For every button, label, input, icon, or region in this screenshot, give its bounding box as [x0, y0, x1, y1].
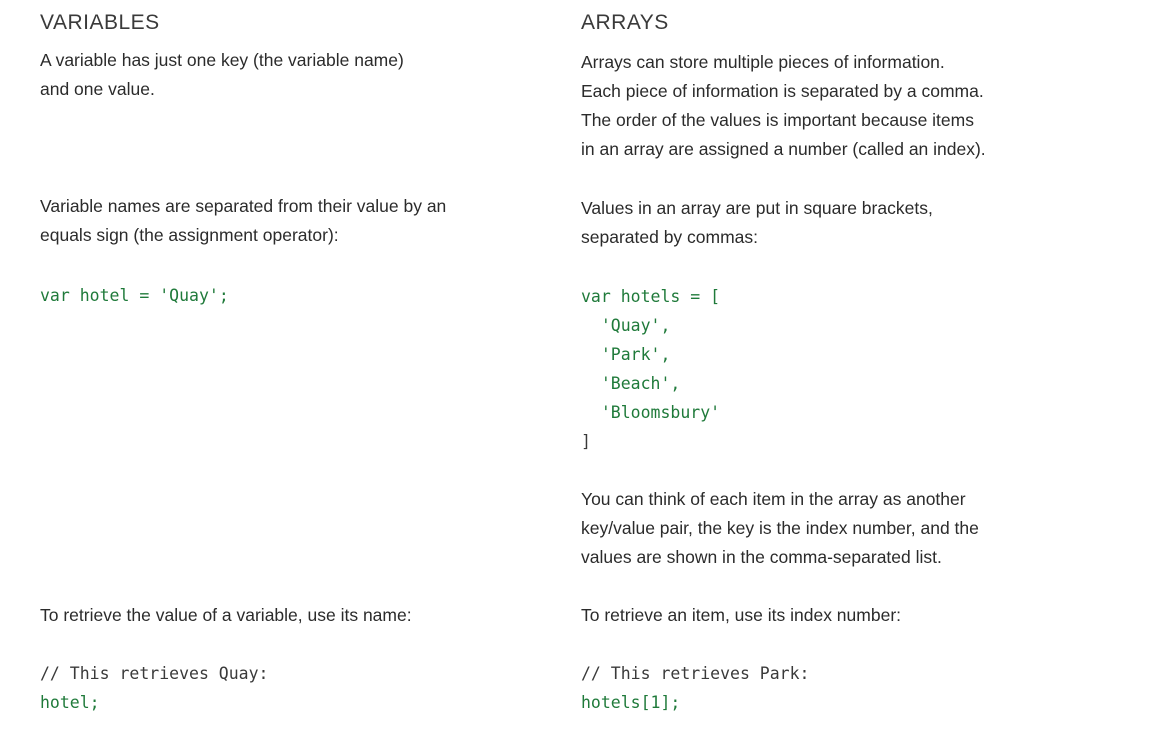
arrays-brackets-line-2: separated by commas: [581, 227, 759, 247]
code-expression: hotel; [40, 693, 100, 712]
array-retrieve-code: // This retrieves Park: hotels[1]; [581, 659, 809, 717]
variables-retrieve-text: To retrieve the value of a variable, use… [40, 605, 412, 625]
variables-assign-line-1: Variable names are separated from their … [40, 196, 447, 216]
variables-assign-text: Variable names are separated from their … [40, 192, 446, 250]
arrays-intro-text: Arrays can store multiple pieces of info… [581, 48, 986, 164]
code-array-item: 'Quay', [581, 316, 671, 335]
arrays-keyvalue-text: You can think of each item in the array … [581, 485, 979, 572]
variables-heading: VARIABLES [40, 11, 160, 34]
code-array-item: 'Bloomsbury' [581, 403, 721, 422]
code-array-item: 'Beach', [581, 374, 681, 393]
code-array-open: var hotels = [ [581, 287, 721, 306]
arrays-intro-line-3: The order of the values is important bec… [581, 110, 974, 130]
code-array-close: ] [581, 432, 591, 451]
arrays-intro-line-1: Arrays can store multiple pieces of info… [581, 52, 945, 72]
arrays-intro-line-4: in an array are assigned a number (calle… [581, 139, 986, 159]
arrays-retrieve-text: To retrieve an item, use its index numbe… [581, 605, 902, 625]
arrays-intro-line-2: Each piece of information is separated b… [581, 81, 984, 101]
code-expression: hotels[1]; [581, 693, 681, 712]
code-comment: // This retrieves Quay: [40, 664, 269, 683]
variables-intro-line-1: A variable has just one key (the variabl… [40, 50, 404, 70]
variables-assign-line-2: equals sign (the assignment operator): [40, 225, 339, 245]
code-semicolon: ; [218, 286, 229, 305]
arrays-keyvalue-line-3: values are shown in the comma-separated … [581, 547, 942, 567]
arrays-heading: ARRAYS [581, 11, 669, 34]
code-array-item: 'Park', [581, 345, 671, 364]
array-assign-code: var hotels = [ 'Quay', 'Park', 'Beach', … [581, 282, 720, 456]
arrays-keyvalue-line-2: key/value pair, the key is the index num… [581, 518, 979, 538]
variable-assign-code: var hotel = 'Quay'; [40, 281, 229, 310]
code-string-value: 'Quay' [159, 286, 219, 305]
arrays-keyvalue-line-1: You can think of each item in the array … [581, 489, 966, 509]
code-comment: // This retrieves Park: [581, 664, 810, 683]
variables-intro-line-2: and one value. [40, 79, 155, 99]
arrays-brackets-text: Values in an array are put in square bra… [581, 194, 933, 252]
code-var-keyword: var hotel = [40, 286, 160, 305]
variables-intro-text: A variable has just one key (the variabl… [40, 46, 404, 104]
arrays-brackets-line-1: Values in an array are put in square bra… [581, 198, 933, 218]
variable-retrieve-code: // This retrieves Quay: hotel; [40, 659, 268, 717]
